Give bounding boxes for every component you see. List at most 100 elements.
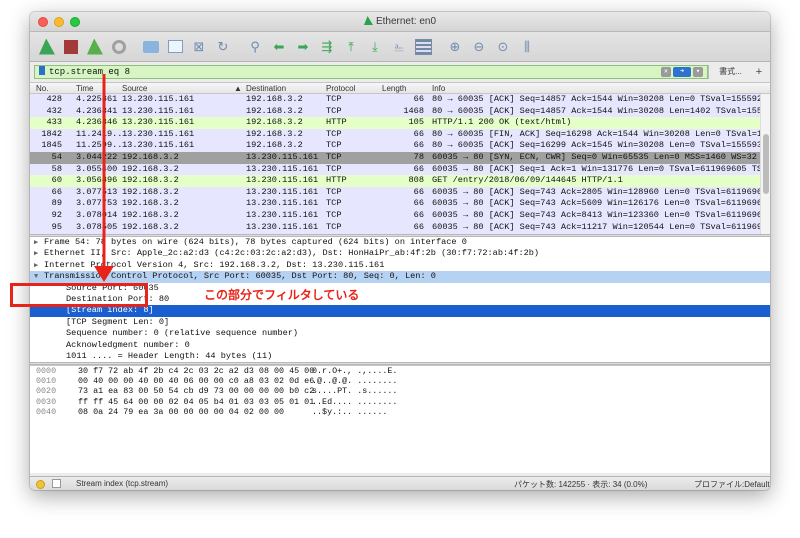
bookmark-icon[interactable]: [39, 66, 45, 75]
filter-buttons: ✕ ➜ ▾: [661, 67, 703, 77]
save-file-button[interactable]: [164, 36, 186, 58]
close-file-button[interactable]: ⊠: [188, 36, 210, 58]
autoscroll-button[interactable]: ⎁: [388, 36, 410, 58]
apply-filter-icon[interactable]: ➜: [673, 67, 691, 77]
go-to-packet-button[interactable]: ⇶: [316, 36, 338, 58]
packet-list-scrollbar[interactable]: [760, 94, 770, 234]
arrow-down-bar-icon: ⤓: [372, 38, 378, 54]
expression-button[interactable]: 書式...: [708, 65, 752, 79]
find-packet-button[interactable]: ⚲: [244, 36, 266, 58]
clear-filter-icon[interactable]: ✕: [661, 67, 671, 77]
restart-capture-button[interactable]: [84, 36, 106, 58]
column-header-destination[interactable]: Destination: [246, 84, 286, 93]
packet-length: 66: [413, 128, 424, 139]
packet-protocol: TCP: [326, 221, 342, 232]
packet-destination: 192.168.3.2: [246, 140, 303, 151]
packet-info: 60035 → 80 [ACK] Seq=743 Ack=2805 Win=12…: [432, 186, 770, 197]
status-profile[interactable]: プロファイル:Default: [694, 479, 770, 490]
packet-row[interactable]: 58 3.055400 192.168.3.2 13.230.115.161 TCP 66…: [30, 163, 770, 176]
packet-row[interactable]: 1842 11.2419... 13.230.115.161 192.168.3.2 T…: [30, 128, 770, 141]
hex-ascii: ..$y.:.. ......: [312, 406, 388, 417]
packet-row[interactable]: 1845 11.2599... 13.230.115.161 192.168.3.2 T…: [30, 140, 770, 152]
capture-options-button[interactable]: [108, 36, 130, 58]
hex-offset: 0020: [36, 386, 57, 397]
recent-filters-icon[interactable]: ▾: [693, 67, 703, 77]
packet-length: 66: [413, 221, 424, 232]
packet-row[interactable]: 66 3.077513 192.168.3.2 13.230.115.161 TCP 66…: [30, 186, 770, 199]
hex-row[interactable]: 0040 08 0a 24 79 ea 3a 00 00 00 00 04 02 …: [30, 407, 770, 417]
search-icon: ⚲: [250, 38, 260, 54]
packet-protocol: TCP: [326, 186, 342, 197]
packet-source: 192.168.3.2: [122, 198, 179, 209]
go-back-button[interactable]: ⬅: [268, 36, 290, 58]
zoom-in-button[interactable]: ⊕: [444, 36, 466, 58]
packet-row[interactable]: 428 4.225861 13.230.115.161 192.168.3.2 TCP 6…: [30, 94, 770, 106]
packet-row[interactable]: 98 3.078731 192.168.3.2 13.230.115.161 TCP 66…: [30, 233, 770, 234]
detail-tree-item[interactable]: ▶ Internet Protocol Version 4, Src: 192.1…: [30, 260, 770, 271]
hex-row[interactable]: 0030 ff ff 45 64 00 00 02 04 05 b4 01 03 …: [30, 397, 770, 407]
arrow-left-icon: ⬅: [273, 38, 285, 54]
display-filter-input[interactable]: tcp.stream eq 8 ✕ ➜ ▾: [34, 65, 708, 79]
open-file-button[interactable]: [140, 36, 162, 58]
packet-destination: 192.168.3.2: [246, 94, 303, 104]
scrollbar-thumb[interactable]: [763, 134, 769, 194]
hex-bytes: 00 40 00 00 40 00 40 06 00 00 c0 a8 03 0…: [78, 376, 315, 387]
colorize-button[interactable]: [412, 36, 434, 58]
packet-time: 4.236341: [76, 105, 118, 116]
column-header-no[interactable]: No.: [36, 84, 48, 93]
resize-columns-icon: ⫼: [524, 38, 530, 54]
resize-columns-button[interactable]: ⫼: [516, 36, 538, 58]
packet-source: 192.168.3.2: [122, 175, 179, 186]
go-forward-button[interactable]: ➡: [292, 36, 314, 58]
detail-tree-item[interactable]: [TCP Segment Len: 0]: [30, 317, 770, 328]
last-packet-button[interactable]: ⤓: [364, 36, 386, 58]
arrow-right-icon: ➡: [297, 38, 309, 54]
detail-tree-item[interactable]: 1011 .... = Header Length: 44 bytes (11): [30, 351, 770, 362]
packet-row[interactable]: 432 4.236341 13.230.115.161 192.168.3.2 TCP 1…: [30, 105, 770, 118]
arrow-up-bar-icon: ⤒: [348, 38, 354, 54]
hex-ascii: .@..@.@. ........: [312, 376, 398, 387]
column-header-source[interactable]: Source: [122, 84, 147, 93]
capture-comment-icon[interactable]: [52, 479, 61, 488]
packet-row[interactable]: 54 3.044222 192.168.3.2 13.230.115.161 TCP 78…: [30, 151, 770, 164]
column-header-time[interactable]: Time: [76, 84, 93, 93]
add-filter-button[interactable]: +: [752, 66, 766, 78]
packet-row[interactable]: 92 3.078014 192.168.3.2 13.230.115.161 TCP 66…: [30, 209, 770, 222]
hex-row[interactable]: 0010 00 40 00 00 40 00 40 06 00 00 c0 a8 …: [30, 376, 770, 386]
detail-tree-item[interactable]: ▶ Frame 54: 78 bytes on wire (624 bits), …: [30, 237, 770, 248]
packet-row[interactable]: 89 3.077753 192.168.3.2 13.230.115.161 TCP 66…: [30, 198, 770, 210]
packet-row[interactable]: 60 3.056896 192.168.3.2 13.230.115.161 HTTP 8…: [30, 175, 770, 187]
detail-tree-item[interactable]: Sequence number: 0 (relative sequence nu…: [30, 328, 770, 339]
packet-row[interactable]: 95 3.078505 192.168.3.2 13.230.115.161 TCP 66…: [30, 221, 770, 234]
packet-bytes: 0000 30 f7 72 ab 4f 2b c4 2c 03 2c a2 d3 …: [30, 365, 770, 473]
zoom-out-button[interactable]: ⊖: [468, 36, 490, 58]
detail-tree-item[interactable]: ▶ Ethernet II, Src: Apple_2c:a2:d3 (c4:2c…: [30, 248, 770, 259]
detail-tree-text: [TCP Segment Len: 0]: [66, 316, 170, 327]
detail-tree-text: Transmission Control Protocol, Src Port:…: [44, 271, 436, 282]
hex-row[interactable]: 0020 73 a1 ea 83 00 50 54 cb d9 73 00 00 …: [30, 386, 770, 396]
expert-info-icon[interactable]: [36, 480, 45, 489]
detail-tree-text: Acknowledgment number: 0: [66, 339, 190, 350]
reload-file-button[interactable]: ↻: [212, 36, 234, 58]
packet-list-header: No. Time Source ▲ Destination Protocol L…: [30, 82, 770, 94]
packet-source: 13.230.115.161: [122, 94, 195, 104]
packet-info: 60035 → 80 [ACK] Seq=743 Ack=5609 Win=12…: [432, 198, 770, 209]
detail-tree-item[interactable]: ▼ Transmission Control Protocol, Src Port…: [30, 271, 770, 283]
start-capture-button[interactable]: [36, 36, 58, 58]
detail-tree-item[interactable]: [Stream index: 8]: [30, 305, 770, 317]
annotation-highlight-box: [10, 283, 148, 307]
detail-tree-item[interactable]: Acknowledgment number: 0: [30, 340, 770, 351]
column-header-protocol[interactable]: Protocol: [326, 84, 355, 93]
colorize-icon: [414, 38, 432, 55]
packet-info: 60035 → 80 [ACK] Seq=743 Ack=8413 Win=12…: [432, 209, 770, 220]
packet-protocol: TCP: [326, 94, 342, 104]
packet-row[interactable]: 433 4.236346 13.230.115.161 192.168.3.2 HTTP…: [30, 117, 770, 129]
hex-offset: 0000: [36, 366, 57, 376]
column-header-info[interactable]: Info: [432, 84, 445, 93]
first-packet-button[interactable]: ⤒: [340, 36, 362, 58]
column-header-length[interactable]: Length: [382, 84, 406, 93]
stop-capture-button[interactable]: [60, 36, 82, 58]
hex-row[interactable]: 0000 30 f7 72 ab 4f 2b c4 2c 03 2c a2 d3 …: [30, 366, 770, 376]
packet-length: 66: [413, 163, 424, 174]
normal-size-button[interactable]: ⊙: [492, 36, 514, 58]
